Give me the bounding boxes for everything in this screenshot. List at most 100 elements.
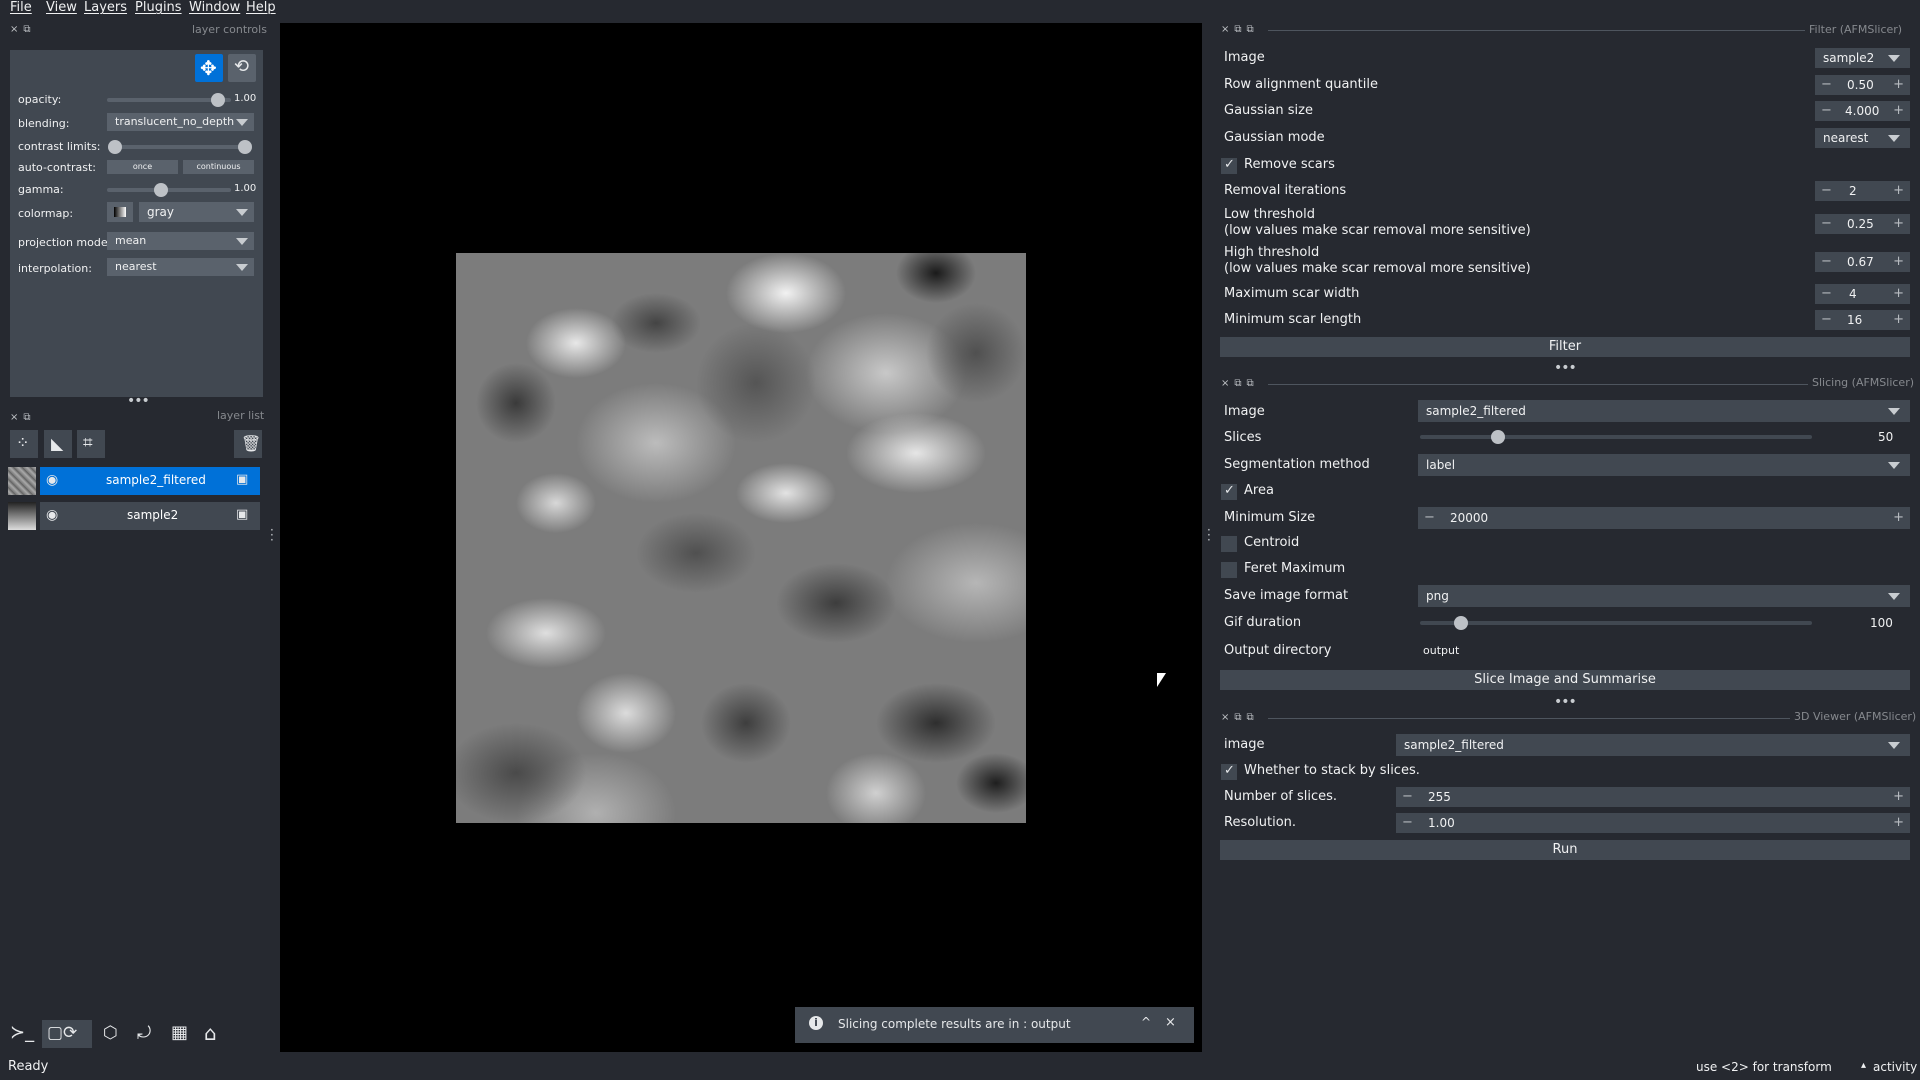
minus-icon[interactable]: −: [1402, 787, 1413, 807]
transform-button[interactable]: ⟲: [228, 54, 256, 82]
colormap-select[interactable]: gray: [139, 202, 254, 222]
filter-image-select[interactable]: sample2: [1815, 48, 1910, 68]
splitter-handle[interactable]: •••: [127, 393, 150, 409]
low-threshold-spinbox[interactable]: − 0.25 +: [1815, 214, 1910, 234]
stack-by-slices-checkbox[interactable]: ✓: [1221, 763, 1237, 780]
gamma-slider[interactable]: [107, 188, 231, 192]
plus-icon[interactable]: +: [1893, 75, 1904, 95]
menu-window[interactable]: Window: [189, 0, 240, 15]
output-directory-input[interactable]: output: [1418, 640, 1910, 662]
gaussian-size-spinbox[interactable]: − 4.000 +: [1815, 101, 1910, 121]
high-threshold-spinbox[interactable]: − 0.67 +: [1815, 252, 1910, 272]
dock-buttons[interactable]: ×⧉: [10, 24, 36, 35]
plus-icon[interactable]: +: [1893, 813, 1904, 833]
new-points-layer-button[interactable]: ⁘: [10, 430, 38, 458]
plus-icon[interactable]: +: [1893, 214, 1904, 234]
slices-slider[interactable]: [1420, 435, 1812, 439]
removal-iterations-spinbox[interactable]: − 2 +: [1815, 181, 1910, 201]
opacity-slider-handle[interactable]: [211, 93, 225, 107]
remove-scars-checkbox[interactable]: ✓: [1221, 157, 1237, 174]
minus-icon[interactable]: −: [1424, 507, 1435, 529]
minus-icon[interactable]: −: [1821, 252, 1832, 272]
home-button[interactable]: ⌂: [200, 1020, 228, 1048]
dock-buttons[interactable]: ×⧉⧉: [1221, 24, 1259, 35]
menu-file[interactable]: File: [10, 0, 32, 15]
number-of-slices-spinbox[interactable]: − 255 +: [1396, 787, 1910, 807]
transpose-button[interactable]: ⤾: [132, 1020, 160, 1048]
splitter-handle[interactable]: •••: [1554, 360, 1577, 376]
eye-icon[interactable]: ◉: [46, 472, 58, 488]
points-icon: ⁘: [16, 433, 30, 452]
minus-icon[interactable]: −: [1821, 101, 1832, 121]
menu-plugins[interactable]: Plugins: [135, 0, 182, 15]
menu-layers[interactable]: Layers: [84, 0, 127, 15]
layer-row-sample2-filtered[interactable]: ◉ sample2_filtered ▣: [8, 467, 260, 495]
gaussian-mode-select[interactable]: nearest: [1815, 128, 1910, 148]
feret-maximum-checkbox[interactable]: [1221, 562, 1237, 578]
segmentation-select[interactable]: label: [1418, 454, 1910, 476]
viewer-canvas[interactable]: [280, 23, 1202, 1052]
layer-row-sample2[interactable]: ◉ sample2 ▣: [8, 502, 260, 530]
plus-icon[interactable]: +: [1893, 787, 1904, 807]
max-scar-width-spinbox[interactable]: − 4 +: [1815, 284, 1910, 304]
splitter-handle-vertical[interactable]: · · ·: [270, 524, 274, 546]
contrast-limits-slider[interactable]: [115, 145, 250, 149]
close-icon[interactable]: ×: [1165, 1015, 1176, 1030]
grid-button[interactable]: ▦: [166, 1020, 194, 1048]
gif-duration-slider-handle[interactable]: [1454, 616, 1468, 630]
splitter-handle[interactable]: •••: [1554, 694, 1577, 710]
slices-slider-handle[interactable]: [1491, 430, 1505, 444]
gamma-slider-handle[interactable]: [154, 183, 168, 197]
dock-buttons[interactable]: ×⧉⧉: [1221, 378, 1259, 389]
interpolation-select[interactable]: nearest: [107, 258, 254, 276]
save-format-select[interactable]: png: [1418, 585, 1910, 607]
filter-button[interactable]: Filter: [1220, 337, 1910, 357]
projection-mode-select[interactable]: mean: [107, 232, 254, 250]
resolution-spinbox[interactable]: − 1.00 +: [1396, 813, 1910, 833]
minus-icon[interactable]: −: [1821, 181, 1832, 201]
slice-image-button[interactable]: Slice Image and Summarise: [1220, 670, 1910, 690]
dock-buttons[interactable]: ×⧉: [10, 412, 36, 423]
menu-help[interactable]: Help: [246, 0, 276, 15]
minus-icon[interactable]: −: [1821, 214, 1832, 234]
eye-icon[interactable]: ◉: [46, 507, 58, 523]
image-layer-icon: ▣: [236, 472, 249, 487]
contrast-min-handle[interactable]: [108, 140, 122, 154]
minimum-size-spinbox[interactable]: − 20000 +: [1418, 507, 1910, 529]
run-button[interactable]: Run: [1220, 840, 1910, 860]
plus-icon[interactable]: +: [1893, 252, 1904, 272]
viewer-image-select[interactable]: sample2_filtered: [1396, 734, 1910, 756]
minus-icon[interactable]: −: [1821, 75, 1832, 95]
splitter-handle-vertical[interactable]: · · ·: [1207, 524, 1211, 546]
contrast-max-handle[interactable]: [238, 140, 252, 154]
expand-icon[interactable]: ^: [1141, 1015, 1151, 1029]
ndisplay-button[interactable]: ▢⟳: [42, 1020, 92, 1048]
area-checkbox[interactable]: ✓: [1221, 483, 1237, 500]
blending-select[interactable]: translucent_no_depth: [107, 113, 254, 131]
min-scar-length-spinbox[interactable]: − 16 +: [1815, 310, 1910, 330]
terminal-icon: ≻_: [10, 1022, 35, 1043]
continuous-button[interactable]: continuous: [183, 160, 254, 174]
dock-buttons[interactable]: ×⧉⧉: [1221, 712, 1259, 723]
plus-icon[interactable]: +: [1893, 101, 1904, 121]
plus-icon[interactable]: +: [1893, 284, 1904, 304]
once-button[interactable]: once: [107, 160, 178, 174]
minus-icon[interactable]: −: [1821, 284, 1832, 304]
menu-view[interactable]: View: [46, 0, 77, 15]
row-alignment-spinbox[interactable]: − 0.50 +: [1815, 75, 1910, 95]
new-labels-layer-button[interactable]: ⌗: [77, 430, 105, 458]
delete-layer-button[interactable]: 🗑: [234, 430, 262, 458]
console-button[interactable]: ≻_: [8, 1020, 36, 1048]
minus-icon[interactable]: −: [1821, 310, 1832, 330]
new-shapes-layer-button[interactable]: ◣: [44, 430, 72, 458]
centroid-checkbox[interactable]: [1221, 536, 1237, 552]
roll-dims-button[interactable]: ⬡: [98, 1020, 126, 1048]
activity-button[interactable]: activity: [1873, 1060, 1917, 1074]
plus-icon[interactable]: +: [1893, 181, 1904, 201]
slicing-image-select[interactable]: sample2_filtered: [1418, 400, 1910, 422]
plus-icon[interactable]: +: [1893, 507, 1904, 529]
gif-duration-slider[interactable]: [1420, 621, 1812, 625]
minus-icon[interactable]: −: [1402, 813, 1413, 833]
plus-icon[interactable]: +: [1893, 310, 1904, 330]
pan-zoom-button[interactable]: ✥: [195, 54, 223, 82]
